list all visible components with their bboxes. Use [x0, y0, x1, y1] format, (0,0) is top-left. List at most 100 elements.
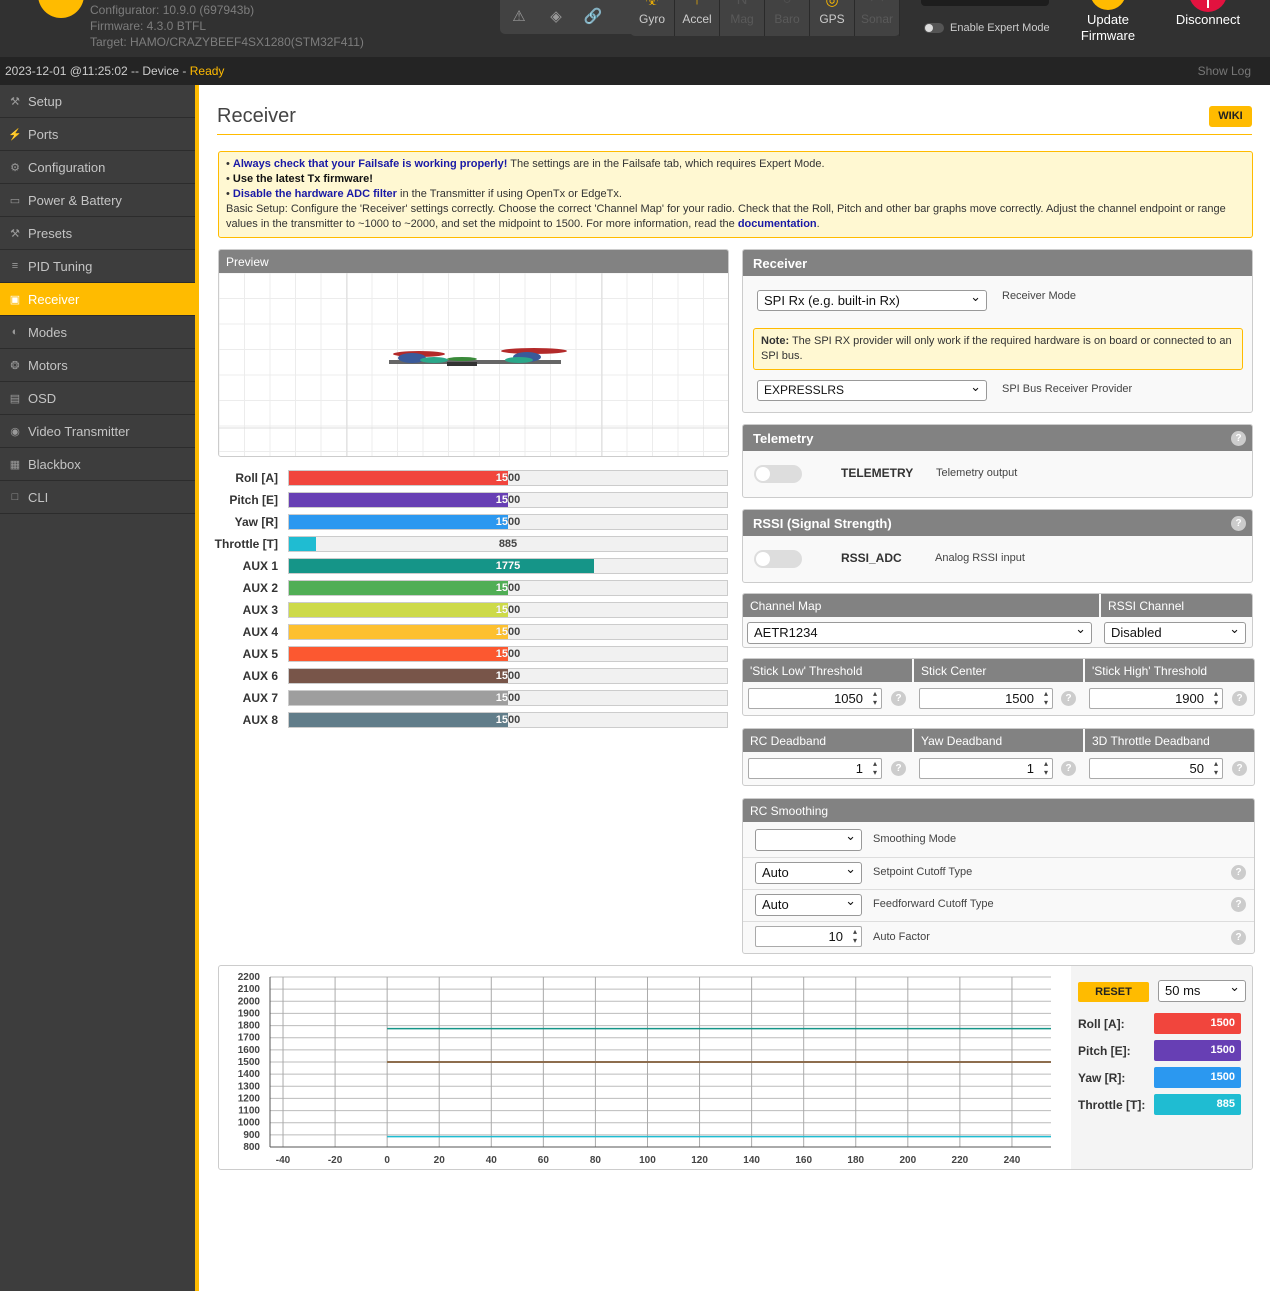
telemetry-help-icon[interactable]: ? — [1231, 431, 1246, 446]
channel-map-select[interactable]: AETR1234 — [747, 621, 1092, 644]
channel-bar: 15001500 — [288, 668, 728, 684]
deadbands-panel: RC Deadband Yaw Deadband 3D Throttle Dea… — [742, 728, 1255, 786]
stick-low-help-icon[interactable]: ? — [891, 691, 906, 706]
stick-high-help-icon[interactable]: ? — [1232, 691, 1247, 706]
failsafe-link[interactable]: Always check that your Failsafe is worki… — [233, 158, 507, 170]
x-tick-label: -40 — [276, 1155, 291, 1166]
sensor-label: GPS — [819, 12, 845, 26]
rc-deadband-input[interactable]: 1 — [748, 758, 882, 779]
motor-icon: ❂ — [10, 359, 20, 372]
rssi-channel-title: RSSI Channel — [1101, 594, 1252, 617]
channel-label: AUX 4 — [242, 625, 278, 639]
spi-note-text: The SPI RX provider will only work if th… — [761, 335, 1232, 362]
refresh-rate-select[interactable]: 50 ms — [1158, 979, 1246, 1002]
stick-high-input[interactable]: 1900 — [1089, 688, 1223, 709]
sidebar-item-power-battery[interactable]: ▭ Power & Battery — [0, 184, 195, 217]
sidebar-item-setup[interactable]: ⚒ Setup — [0, 85, 195, 118]
sidebar-item-ports[interactable]: ⚡ Ports — [0, 118, 195, 151]
documentation-link[interactable]: documentation — [738, 218, 817, 230]
telemetry-toggle[interactable] — [754, 465, 802, 483]
reset-button[interactable]: RESET — [1078, 982, 1149, 1002]
sidebar-item-receiver[interactable]: ▣ Receiver — [0, 283, 195, 316]
y-tick-label: 900 — [243, 1130, 260, 1141]
channel-value-overlay-text: 1500 — [495, 582, 508, 594]
expert-mode-toggle[interactable]: Enable Expert Mode — [924, 22, 1050, 34]
channel-value-overlay: 1500 — [289, 714, 508, 726]
osd-icon: ▤ — [9, 392, 21, 405]
x-tick-label: 20 — [434, 1155, 446, 1166]
sidebar-item-cli[interactable]: □ CLI — [0, 481, 195, 514]
thresholds-panel: 'Stick Low' Threshold Stick Center 'Stic… — [742, 658, 1255, 716]
yaw-deadband-input[interactable]: 1 — [919, 758, 1053, 779]
x-tick-label: 200 — [899, 1155, 916, 1166]
spi-provider-select[interactable]: EXPRESSLRS — [757, 379, 987, 401]
spi-provider-label: SPI Bus Receiver Provider — [1002, 383, 1133, 395]
status-text: 2023-12-01 @11:25:02 -- Device - Ready — [5, 64, 224, 78]
yaw-deadband-help-icon[interactable]: ? — [1061, 761, 1076, 776]
throttle-deadband-help-icon[interactable]: ? — [1232, 761, 1247, 776]
cli-icon: □ — [11, 491, 19, 503]
preview-panel: Preview — [218, 249, 729, 457]
receiver-mode-select[interactable]: SPI Rx (e.g. built-in Rx) — [757, 289, 987, 311]
stick-center-input[interactable]: 1500 — [919, 688, 1053, 709]
channel-value-overlay-text: 1500 — [495, 516, 508, 528]
throttle-deadband-input[interactable]: 50 — [1089, 758, 1223, 779]
show-log-link[interactable]: Show Log — [1198, 64, 1251, 78]
rssi-help-icon[interactable]: ? — [1231, 516, 1246, 531]
rc-deadband-help-icon[interactable]: ? — [891, 761, 906, 776]
channel-value-overlay: 1500 — [289, 516, 508, 528]
sensor-label: Baro — [774, 12, 800, 26]
stick-center-help-icon[interactable]: ? — [1061, 691, 1076, 706]
channel-value-overlay-text: 1500 — [495, 494, 508, 506]
auto-factor-help-icon[interactable]: ? — [1231, 930, 1246, 945]
sensor-label: Gyro — [638, 12, 665, 26]
blackbox-icon: ▦ — [9, 458, 21, 471]
sidebar-item-label: Presets — [28, 225, 73, 241]
title-underline — [217, 134, 1252, 135]
expert-mode-switch[interactable] — [924, 23, 944, 34]
channel-value-overlay: 1500 — [289, 472, 508, 484]
channel-value: 885 — [498, 538, 518, 550]
sidebar-item-motors[interactable]: ❂ Motors — [0, 349, 195, 382]
auto-factor-input[interactable]: 10 — [755, 926, 862, 947]
accel-icon: ↑ — [675, 0, 719, 8]
adc-filter-link[interactable]: Disable the hardware ADC filter — [233, 188, 397, 200]
sidebar-item-label: Motors — [28, 357, 68, 373]
presets-icon: ⚒ — [10, 227, 20, 240]
y-tick-label: 1700 — [238, 1033, 261, 1044]
sidebar-item-video-transmitter[interactable]: ◉ Video Transmitter — [0, 415, 195, 448]
receiver-icon: ▣ — [9, 293, 21, 306]
channel-value-overlay-text: 1500 — [495, 604, 508, 616]
y-tick-label: 1300 — [238, 1081, 261, 1092]
x-tick-label: 100 — [639, 1155, 656, 1166]
sidebar-item-configuration[interactable]: ⚙ Configuration — [0, 151, 195, 184]
disconnect-label: Disconnect — [1175, 12, 1241, 27]
rssi-channel-select[interactable]: Disabled — [1104, 621, 1246, 644]
port-selector[interactable] — [921, 0, 1049, 6]
sidebar-item-modes[interactable]: ◐ Modes — [0, 316, 195, 349]
telemetry-name: TELEMETRY — [841, 466, 914, 480]
setpoint-help-icon[interactable]: ? — [1231, 865, 1246, 880]
setpoint-cutoff-select[interactable]: Auto — [755, 861, 862, 884]
smoothing-mode-select[interactable] — [755, 828, 862, 851]
channel-bar: 885 885 — [288, 536, 728, 552]
sidebar-item-pid-tuning[interactable]: ≡ PID Tuning — [0, 250, 195, 283]
top-bar: Configurator: 10.9.0 (697943b) Firmware:… — [0, 0, 1270, 57]
sidebar-item-blackbox[interactable]: ▦ Blackbox — [0, 448, 195, 481]
sensor-label: Mag — [730, 12, 754, 26]
channel-bar: 15001500 — [288, 624, 728, 640]
auto-factor-label: Auto Factor — [873, 931, 930, 943]
gps-icon: ◎ — [825, 0, 839, 9]
sidebar-item-label: Video Transmitter — [28, 423, 130, 439]
rssi-adc-desc: Analog RSSI input — [935, 552, 1025, 564]
wiki-button[interactable]: WIKI — [1209, 106, 1252, 127]
page-title: Receiver — [217, 105, 296, 127]
sidebar-item-presets[interactable]: ⚒ Presets — [0, 217, 195, 250]
feedforward-help-icon[interactable]: ? — [1231, 897, 1246, 912]
feedforward-cutoff-select[interactable]: Auto — [755, 893, 862, 916]
spi-note-strong: Note: — [761, 335, 790, 347]
stick-low-input[interactable]: 1050 — [748, 688, 882, 709]
rssi-adc-toggle[interactable] — [754, 550, 802, 568]
sidebar-item-osd[interactable]: ▤ OSD — [0, 382, 195, 415]
receiver-notes: • Always check that your Failsafe is wor… — [218, 151, 1253, 238]
